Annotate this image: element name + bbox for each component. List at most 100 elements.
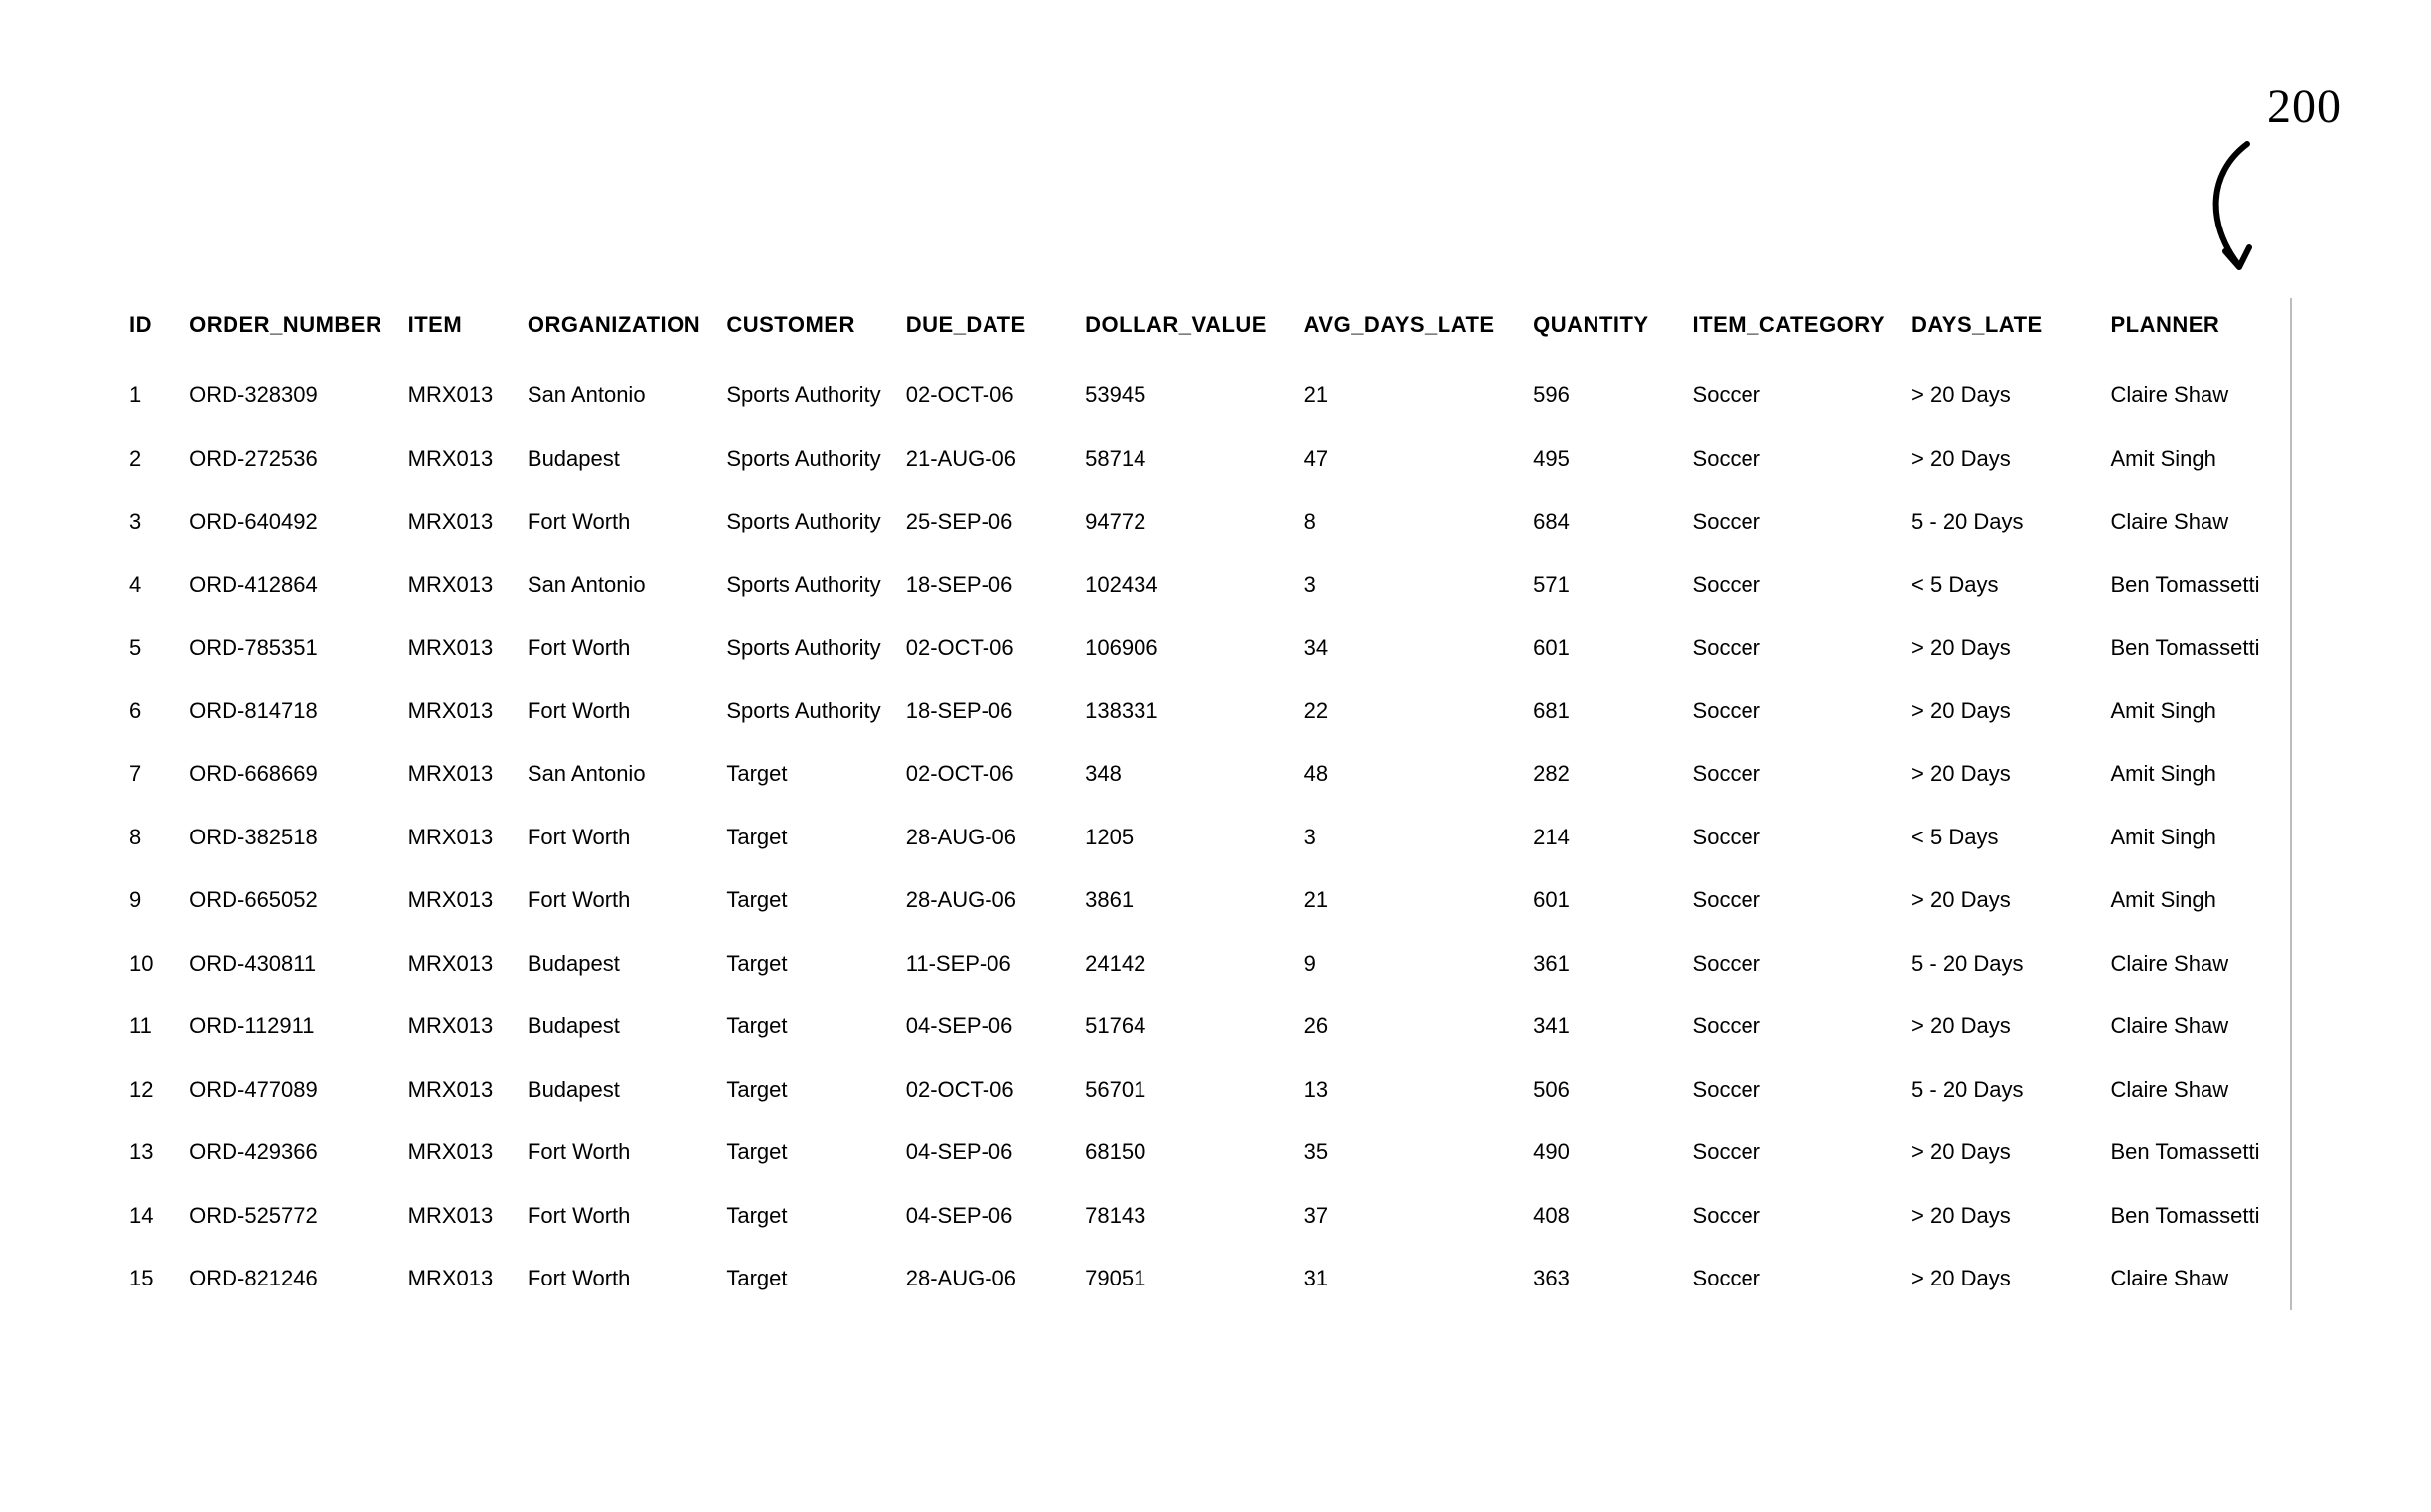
cell-item-category: Soccer <box>1683 932 1902 995</box>
cell-order-number: ORD-477089 <box>179 1058 398 1122</box>
cell-dollar-value: 1205 <box>1075 806 1294 869</box>
cell-item-category: Soccer <box>1683 490 1902 553</box>
cell-item-category: Soccer <box>1683 427 1902 491</box>
cell-organization: San Antonio <box>518 364 716 427</box>
table-row: 6ORD-814718MRX013Fort WorthSports Author… <box>119 680 2280 743</box>
col-item-category: ITEM_CATEGORY <box>1683 298 1902 364</box>
cell-order-number: ORD-429366 <box>179 1121 398 1184</box>
cell-order-number: ORD-412864 <box>179 553 398 617</box>
col-customer: CUSTOMER <box>716 298 895 364</box>
table-header-row: ID ORDER_NUMBER ITEM ORGANIZATION CUSTOM… <box>119 298 2280 364</box>
cell-due-date: 04-SEP-06 <box>896 1184 1075 1248</box>
table-row: 15ORD-821246MRX013Fort WorthTarget28-AUG… <box>119 1247 2280 1310</box>
cell-order-number: ORD-272536 <box>179 427 398 491</box>
cell-customer: Target <box>716 1247 895 1310</box>
cell-customer: Target <box>716 994 895 1058</box>
cell-quantity: 490 <box>1523 1121 1682 1184</box>
cell-quantity: 363 <box>1523 1247 1682 1310</box>
cell-planner: Claire Shaw <box>2100 1058 2280 1122</box>
cell-customer: Sports Authority <box>716 364 895 427</box>
cell-dollar-value: 58714 <box>1075 427 1294 491</box>
cell-due-date: 02-OCT-06 <box>896 616 1075 680</box>
cell-organization: Fort Worth <box>518 868 716 932</box>
cell-item-category: Soccer <box>1683 364 1902 427</box>
cell-quantity: 495 <box>1523 427 1682 491</box>
cell-item: MRX013 <box>398 364 518 427</box>
table-header: ID ORDER_NUMBER ITEM ORGANIZATION CUSTOM… <box>119 298 2280 364</box>
cell-days-late: 5 - 20 Days <box>1901 490 2100 553</box>
cell-id: 9 <box>119 868 179 932</box>
cell-avg-days-late: 9 <box>1294 932 1524 995</box>
cell-dollar-value: 94772 <box>1075 490 1294 553</box>
cell-planner: Claire Shaw <box>2100 1247 2280 1310</box>
data-table: ID ORDER_NUMBER ITEM ORGANIZATION CUSTOM… <box>119 298 2280 1310</box>
cell-planner: Claire Shaw <box>2100 364 2280 427</box>
cell-avg-days-late: 8 <box>1294 490 1524 553</box>
cell-organization: Budapest <box>518 994 716 1058</box>
cell-organization: Fort Worth <box>518 806 716 869</box>
cell-item-category: Soccer <box>1683 1184 1902 1248</box>
cell-item: MRX013 <box>398 616 518 680</box>
cell-due-date: 04-SEP-06 <box>896 1121 1075 1184</box>
cell-id: 12 <box>119 1058 179 1122</box>
table-row: 5ORD-785351MRX013Fort WorthSports Author… <box>119 616 2280 680</box>
cell-quantity: 601 <box>1523 616 1682 680</box>
cell-due-date: 04-SEP-06 <box>896 994 1075 1058</box>
col-quantity: QUANTITY <box>1523 298 1682 364</box>
col-organization: ORGANIZATION <box>518 298 716 364</box>
cell-organization: Fort Worth <box>518 1184 716 1248</box>
cell-organization: Fort Worth <box>518 1121 716 1184</box>
cell-days-late: > 20 Days <box>1901 1247 2100 1310</box>
cell-item-category: Soccer <box>1683 616 1902 680</box>
cell-id: 5 <box>119 616 179 680</box>
cell-id: 15 <box>119 1247 179 1310</box>
cell-id: 13 <box>119 1121 179 1184</box>
cell-item-category: Soccer <box>1683 1247 1902 1310</box>
cell-dollar-value: 3861 <box>1075 868 1294 932</box>
cell-organization: Fort Worth <box>518 490 716 553</box>
cell-item-category: Soccer <box>1683 868 1902 932</box>
cell-avg-days-late: 48 <box>1294 742 1524 806</box>
cell-avg-days-late: 37 <box>1294 1184 1524 1248</box>
cell-dollar-value: 348 <box>1075 742 1294 806</box>
cell-item-category: Soccer <box>1683 742 1902 806</box>
cell-planner: Amit Singh <box>2100 742 2280 806</box>
cell-item: MRX013 <box>398 1058 518 1122</box>
cell-due-date: 28-AUG-06 <box>896 806 1075 869</box>
cell-customer: Target <box>716 1121 895 1184</box>
cell-customer: Sports Authority <box>716 680 895 743</box>
cell-id: 11 <box>119 994 179 1058</box>
col-due-date: DUE_DATE <box>896 298 1075 364</box>
cell-planner: Claire Shaw <box>2100 490 2280 553</box>
col-avg-days-late: AVG_DAYS_LATE <box>1294 298 1524 364</box>
cell-id: 1 <box>119 364 179 427</box>
cell-quantity: 341 <box>1523 994 1682 1058</box>
cell-order-number: ORD-785351 <box>179 616 398 680</box>
cell-due-date: 25-SEP-06 <box>896 490 1075 553</box>
cell-quantity: 282 <box>1523 742 1682 806</box>
cell-dollar-value: 79051 <box>1075 1247 1294 1310</box>
cell-planner: Claire Shaw <box>2100 994 2280 1058</box>
cell-days-late: > 20 Days <box>1901 742 2100 806</box>
cell-avg-days-late: 21 <box>1294 364 1524 427</box>
cell-item: MRX013 <box>398 680 518 743</box>
cell-due-date: 18-SEP-06 <box>896 680 1075 743</box>
cell-order-number: ORD-665052 <box>179 868 398 932</box>
cell-due-date: 28-AUG-06 <box>896 868 1075 932</box>
cell-days-late: > 20 Days <box>1901 994 2100 1058</box>
cell-order-number: ORD-112911 <box>179 994 398 1058</box>
cell-item: MRX013 <box>398 490 518 553</box>
cell-organization: Budapest <box>518 932 716 995</box>
cell-dollar-value: 106906 <box>1075 616 1294 680</box>
cell-customer: Target <box>716 1184 895 1248</box>
cell-id: 6 <box>119 680 179 743</box>
cell-customer: Sports Authority <box>716 553 895 617</box>
cell-planner: Claire Shaw <box>2100 932 2280 995</box>
cell-days-late: 5 - 20 Days <box>1901 932 2100 995</box>
cell-item-category: Soccer <box>1683 994 1902 1058</box>
table-row: 2ORD-272536MRX013BudapestSports Authorit… <box>119 427 2280 491</box>
cell-due-date: 18-SEP-06 <box>896 553 1075 617</box>
table-row: 8ORD-382518MRX013Fort WorthTarget28-AUG-… <box>119 806 2280 869</box>
cell-quantity: 214 <box>1523 806 1682 869</box>
table-row: 9ORD-665052MRX013Fort WorthTarget28-AUG-… <box>119 868 2280 932</box>
